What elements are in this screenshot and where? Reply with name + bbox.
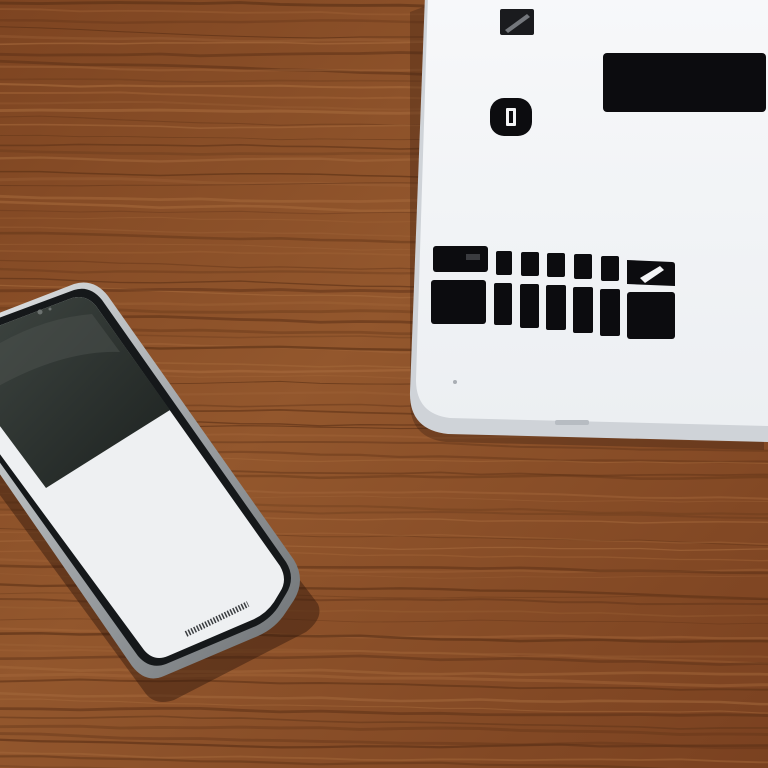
tablet-round-icon <box>490 98 532 136</box>
phone-sensor-icon <box>48 307 52 311</box>
tablet-black-bar <box>603 53 766 112</box>
tablet-port <box>555 420 589 425</box>
tablet-square-icon <box>500 9 534 35</box>
photo-canvas <box>0 0 768 768</box>
photo-scene <box>0 0 768 768</box>
tablet-sensor-dot <box>453 380 457 384</box>
white-tablet <box>409 0 768 450</box>
phone-camera-icon <box>37 309 43 315</box>
